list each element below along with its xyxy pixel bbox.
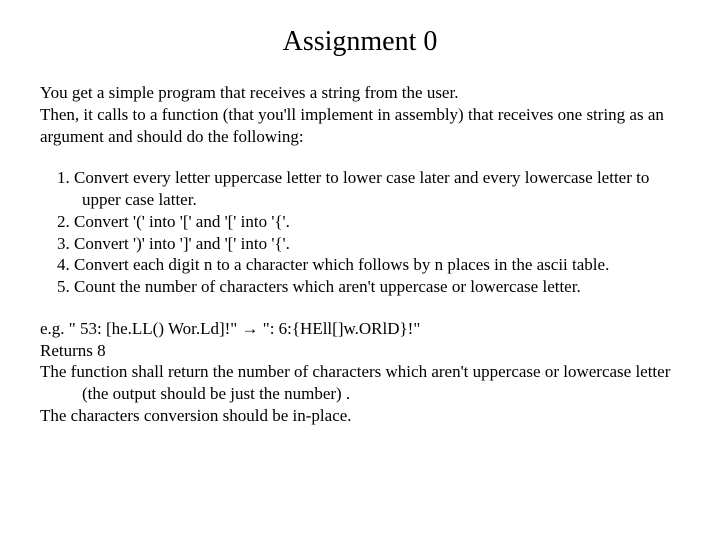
example-line: e.g. " 53: [he.LL() Wor.Ld]!" → ": 6:{HE… xyxy=(40,318,680,340)
intro-line-2: Then, it calls to a function (that you'l… xyxy=(40,104,680,148)
steps-list: 1. Convert every letter uppercase letter… xyxy=(40,167,680,298)
list-item: 3. Convert ')' into ']' and '[' into '{'… xyxy=(40,233,680,255)
list-item: 2. Convert '(' into '[' and '[' into '{'… xyxy=(40,211,680,233)
list-item: 1. Convert every letter uppercase letter… xyxy=(40,167,680,211)
list-item: 5. Count the number of characters which … xyxy=(40,276,680,298)
return-desc-line: The function shall return the number of … xyxy=(40,361,680,405)
notes-block: e.g. " 53: [he.LL() Wor.Ld]!" → ": 6:{HE… xyxy=(40,318,680,427)
intro-block: You get a simple program that receives a… xyxy=(40,82,680,147)
assignment-slide: Assignment 0 You get a simple program th… xyxy=(0,0,720,467)
list-item: 4. Convert each digit n to a character w… xyxy=(40,254,680,276)
inplace-line: The characters conversion should be in-p… xyxy=(40,405,680,427)
returns-line: Returns 8 xyxy=(40,340,680,362)
intro-line-1: You get a simple program that receives a… xyxy=(40,82,680,104)
slide-title: Assignment 0 xyxy=(40,26,680,58)
